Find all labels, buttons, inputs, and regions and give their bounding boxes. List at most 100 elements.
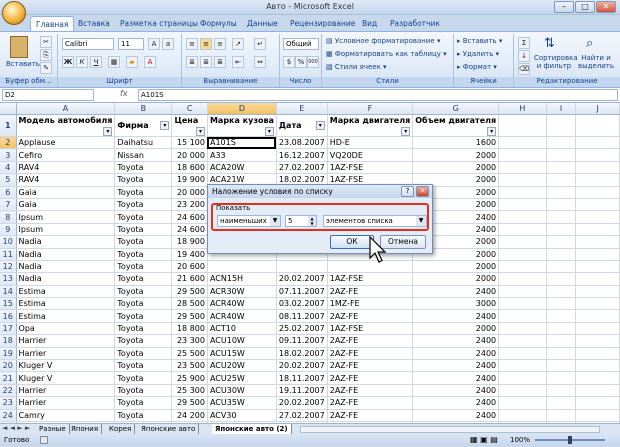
cell[interactable]: 25.02.2007: [276, 322, 328, 336]
cell[interactable]: 21 600: [171, 272, 208, 286]
cell[interactable]: 18 800: [171, 322, 208, 336]
row-header[interactable]: 15: [0, 297, 17, 311]
fx-icon[interactable]: fx: [120, 89, 128, 98]
cell[interactable]: 20 000: [171, 186, 208, 199]
cell[interactable]: 1MZ-FE: [327, 297, 414, 311]
column-header[interactable]: C: [171, 103, 208, 115]
empty-cell[interactable]: [546, 347, 577, 361]
cell[interactable]: 29 500: [171, 285, 208, 299]
format-cells-button[interactable]: ▸ Формат ▾: [457, 63, 497, 71]
sheet-tab[interactable]: Разные: [36, 424, 70, 434]
empty-cell[interactable]: [575, 186, 620, 199]
dialog-close-button[interactable]: ✕: [416, 186, 429, 197]
empty-cell[interactable]: [575, 260, 620, 274]
percent-button[interactable]: %: [295, 56, 307, 68]
empty-cell[interactable]: [498, 210, 547, 224]
underline-button[interactable]: Ч: [90, 56, 102, 68]
cell[interactable]: Ipsum: [16, 223, 116, 237]
column-header[interactable]: H: [498, 103, 547, 115]
empty-cell[interactable]: [498, 409, 547, 423]
macro-record-icon[interactable]: [40, 436, 48, 444]
cell[interactable]: 29 500: [171, 309, 208, 323]
row-header[interactable]: 9: [0, 223, 17, 237]
filter-dropdown-icon[interactable]: ▾: [401, 127, 411, 136]
orientation-icon[interactable]: ↗: [232, 38, 244, 50]
cell[interactable]: 2400: [412, 334, 500, 348]
conditional-format-button[interactable]: ▤ Условное форматирование ▾: [326, 37, 440, 45]
paste-button[interactable]: Вставить: [6, 60, 40, 68]
empty-cell[interactable]: [546, 114, 577, 137]
cell[interactable]: Toyota: [114, 371, 173, 385]
cell[interactable]: Harrier: [16, 396, 116, 410]
cell[interactable]: 2000: [412, 260, 500, 274]
empty-cell[interactable]: [575, 285, 620, 299]
row-header[interactable]: 5: [0, 173, 17, 187]
cell[interactable]: Toyota: [114, 186, 173, 199]
cell[interactable]: 2400: [412, 309, 500, 323]
empty-cell[interactable]: [575, 198, 620, 212]
empty-cell[interactable]: [498, 114, 547, 137]
empty-cell[interactable]: [546, 272, 577, 286]
column-header[interactable]: J: [575, 103, 620, 115]
horizontal-scrollbar[interactable]: [300, 426, 600, 433]
empty-cell[interactable]: [498, 198, 547, 212]
cell[interactable]: Harrier: [16, 384, 116, 398]
empty-cell[interactable]: [498, 309, 547, 323]
empty-cell[interactable]: [498, 136, 547, 150]
cell[interactable]: 2000: [412, 322, 500, 336]
align-middle-icon[interactable]: ≡: [200, 38, 212, 50]
filter-dropdown-icon[interactable]: ▾: [264, 127, 274, 136]
worksheet-table[interactable]: A B C D E F G H I J 1 Модель автомобиля ▾ Фирма ▾ Цена ▾…: [0, 103, 620, 447]
cell[interactable]: ACR30W: [207, 285, 277, 299]
column-header[interactable]: E: [276, 103, 328, 115]
empty-cell[interactable]: [498, 396, 547, 410]
cell[interactable]: 23 300: [171, 334, 208, 348]
cell[interactable]: 2400: [412, 371, 500, 385]
cell[interactable]: 2AZ-FE: [327, 396, 414, 410]
filter-dropdown-icon[interactable]: ▾: [160, 121, 170, 130]
empty-cell[interactable]: [546, 396, 577, 410]
cell[interactable]: ACR40W: [207, 309, 277, 323]
header-cell[interactable]: Марка двигателя ▾: [327, 114, 414, 137]
empty-cell[interactable]: [498, 173, 547, 187]
row-header[interactable]: 10: [0, 235, 17, 249]
cell[interactable]: Toyota: [114, 297, 173, 311]
header-cell[interactable]: Фирма ▾: [114, 114, 173, 137]
sort-filter-icon[interactable]: ⇅: [544, 36, 560, 52]
cell[interactable]: Estima: [16, 285, 116, 299]
wrap-text-icon[interactable]: ↵: [254, 38, 266, 50]
bold-button[interactable]: Ж: [62, 56, 74, 68]
cell[interactable]: 20.02.2007: [276, 359, 328, 373]
cell[interactable]: Toyota: [114, 384, 173, 398]
empty-cell[interactable]: [498, 148, 547, 162]
cell[interactable]: 24 200: [171, 409, 208, 423]
empty-cell[interactable]: [546, 235, 577, 249]
empty-cell[interactable]: [546, 148, 577, 162]
cell[interactable]: 1AZ-FSE: [327, 161, 414, 175]
cell[interactable]: Toyota: [114, 173, 173, 187]
sheet-tab[interactable]: Японские авто: [138, 424, 200, 434]
cell[interactable]: 18 900: [171, 235, 208, 249]
currency-icon[interactable]: $: [283, 56, 295, 68]
cell[interactable]: Nissan: [114, 148, 173, 162]
cell[interactable]: 2AZ-FE: [327, 334, 414, 348]
cell[interactable]: 1AZ-FSE: [327, 322, 414, 336]
sort-filter-button[interactable]: Сортировка и фильтр: [534, 54, 578, 70]
select-all-corner[interactable]: [0, 103, 17, 115]
empty-cell[interactable]: [498, 223, 547, 237]
empty-cell[interactable]: [575, 272, 620, 286]
cell[interactable]: 19 400: [171, 248, 208, 261]
cell[interactable]: Ipsum: [16, 210, 116, 224]
worksheet-grid[interactable]: A B C D E F G H I J 1 Модель автомобиля ▾ Фирма ▾ Цена ▾…: [0, 103, 620, 447]
delete-cells-button[interactable]: ▸ Удалить ▾: [457, 50, 499, 58]
empty-cell[interactable]: [546, 223, 577, 237]
cell[interactable]: Toyota: [114, 309, 173, 323]
empty-cell[interactable]: [575, 359, 620, 373]
cell[interactable]: 27.02.2007: [276, 409, 328, 423]
cell[interactable]: Cefiro: [16, 148, 116, 162]
cell-styles-button[interactable]: ▧ Стили ячеек ▾: [326, 63, 387, 71]
cell[interactable]: Toyota: [114, 161, 173, 175]
cell[interactable]: 23 500: [171, 359, 208, 373]
cell[interactable]: 25 900: [171, 371, 208, 385]
clear-icon[interactable]: ⌫: [518, 63, 530, 75]
